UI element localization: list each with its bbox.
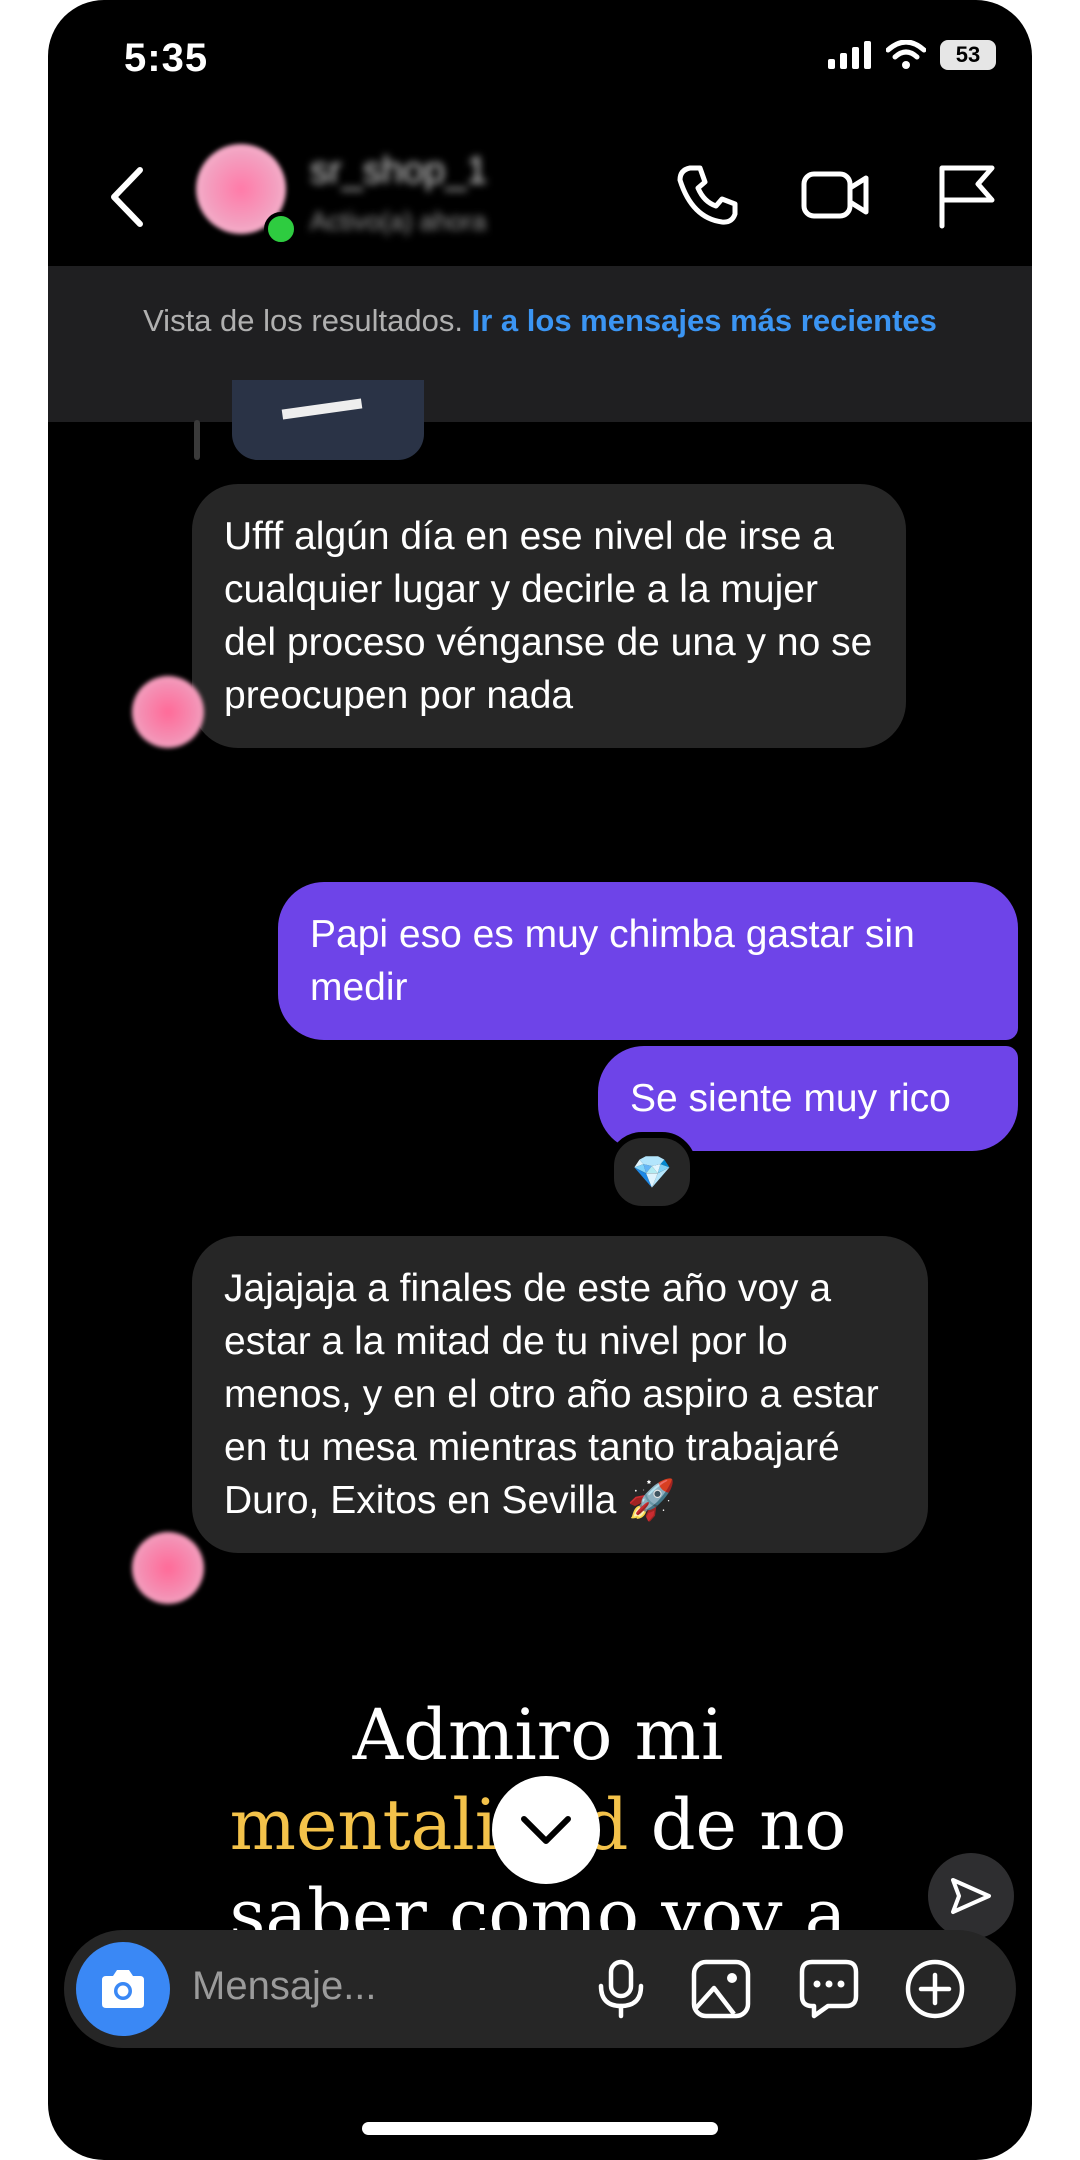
wifi-icon	[886, 40, 926, 69]
share-story-button[interactable]	[928, 1853, 1014, 1939]
contact-username[interactable]: sr_shop_1	[310, 150, 487, 193]
online-status-dot	[264, 212, 298, 246]
home-indicator[interactable]	[362, 2122, 718, 2135]
status-icons: 53	[828, 40, 996, 70]
message-incoming[interactable]: Ufff algún día en ese nivel de irse a cu…	[192, 484, 906, 748]
battery-icon: 53	[940, 40, 996, 70]
chevron-left-icon[interactable]	[100, 162, 160, 232]
camera-icon	[102, 1970, 144, 2008]
message-input[interactable]: Mensaje...	[192, 1964, 377, 2009]
banner-text: Vista de los resultados.	[143, 303, 464, 338]
shared-media-thumbnail[interactable]	[232, 380, 424, 460]
message-incoming[interactable]: Jajajaja a finales de este año voy a est…	[192, 1236, 928, 1553]
message-reaction[interactable]: 💎	[608, 1132, 696, 1212]
camera-button[interactable]	[76, 1942, 170, 2036]
phone-icon[interactable]	[672, 160, 742, 230]
signal-icon	[828, 41, 871, 69]
plus-circle-icon[interactable]	[904, 1958, 966, 2020]
microphone-icon[interactable]	[590, 1958, 652, 2020]
reply-indicator	[194, 420, 200, 460]
message-outgoing[interactable]: Papi eso es muy chimba gastar sin medir	[278, 882, 1018, 1040]
status-bar: 5:35 53	[48, 0, 1032, 120]
sender-avatar[interactable]	[132, 1532, 204, 1604]
contact-activity: Activo(a) ahora	[310, 206, 487, 236]
image-icon[interactable]	[690, 1958, 752, 2020]
story-line: de no	[628, 1784, 847, 1866]
sender-avatar[interactable]	[132, 676, 204, 748]
message-composer: Mensaje...	[64, 1930, 1016, 2048]
chat-header: sr_shop_1 Activo(a) ahora	[48, 120, 1032, 266]
chevron-down-icon	[521, 1816, 571, 1844]
scroll-to-bottom-button[interactable]	[492, 1776, 600, 1884]
phone-screen: 5:35 53 sr_shop_1 Activo(a) ahora Vista …	[48, 0, 1032, 2160]
go-to-recent-link[interactable]: Ir a los mensajes más recientes	[472, 303, 937, 338]
status-time: 5:35	[124, 36, 209, 80]
search-results-banner: Vista de los resultados. Ir a los mensaj…	[48, 266, 1032, 422]
send-icon	[951, 1878, 991, 1914]
flag-icon[interactable]	[932, 160, 1002, 230]
story-line: Admiro mi	[352, 1694, 724, 1776]
video-camera-icon[interactable]	[800, 160, 870, 230]
chat-bubble-icon[interactable]	[798, 1958, 860, 2020]
